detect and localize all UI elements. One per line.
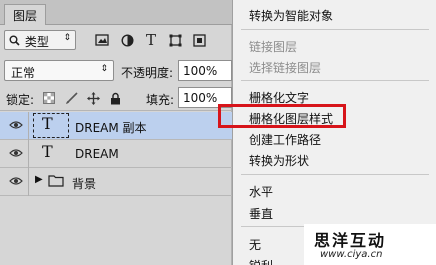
watermark: 思洋互动 www.ciya.cn [304, 224, 436, 265]
menu-divider [241, 29, 429, 30]
menu-divider [241, 174, 429, 175]
layer-row[interactable]: T DREAM 副本 [0, 112, 232, 140]
divider [28, 112, 29, 140]
menu-item-link-layers[interactable]: 链接图层 [249, 38, 297, 55]
search-icon [9, 35, 21, 49]
fill-label: 填充: [146, 93, 175, 107]
menu-item-horizontal[interactable]: 水平 [249, 183, 273, 200]
brush-icon[interactable] [64, 91, 78, 105]
opacity-label: 不透明度: [121, 66, 174, 80]
layer-name[interactable]: DREAM 副本 [75, 119, 147, 136]
eye-icon[interactable] [8, 175, 24, 187]
lock-row: 锁定: 填充: 100% [0, 85, 232, 111]
menu-item-sharp[interactable]: 锐利 [249, 257, 273, 265]
type-filter-icon[interactable]: T [143, 31, 159, 49]
shape-filter-icon[interactable] [167, 32, 183, 48]
smart-object-filter-icon[interactable] [191, 32, 207, 48]
menu-item-none[interactable]: 无 [249, 236, 261, 253]
divider [28, 140, 29, 168]
menu-item-convert-to-shape[interactable]: 转换为形状 [249, 152, 309, 169]
layers-tab[interactable]: 图层 [4, 4, 47, 25]
filter-kind-select[interactable]: 类型 ⇕ [4, 30, 76, 50]
menu-item-convert-smart-object[interactable]: 转换为智能对象 [249, 7, 333, 24]
layer-row[interactable]: ▶ 背景 [0, 168, 232, 196]
image-filter-icon[interactable] [94, 32, 110, 48]
type-layer-icon: T [42, 114, 53, 133]
menu-item-create-work-path[interactable]: 创建工作路径 [249, 131, 321, 148]
panel-tabbar: 图层 [0, 0, 232, 25]
watermark-url: www.ciya.cn [320, 249, 383, 260]
opacity-field[interactable]: 100% [178, 60, 232, 81]
layers-panel: 图层 类型 ⇕ T 正常 ⇕ 不透明度: 100% 锁定: 填充: 100% T… [0, 0, 232, 265]
lock-transparent-icon[interactable] [42, 91, 56, 105]
divider [28, 168, 29, 196]
eye-icon[interactable] [8, 119, 24, 131]
watermark-title: 思洋互动 [314, 231, 387, 250]
lock-icon[interactable] [108, 91, 122, 105]
layer-row[interactable]: T DREAM [0, 140, 232, 168]
layer-name[interactable]: 背景 [72, 175, 96, 192]
adjustment-filter-icon[interactable] [119, 32, 135, 48]
updown-arrow-icon: ⇕ [63, 33, 71, 43]
eye-icon[interactable] [8, 147, 24, 159]
blend-mode-value: 正常 [11, 66, 36, 80]
filter-row: 类型 ⇕ T [0, 26, 232, 54]
type-layer-icon: T [42, 142, 53, 161]
expand-arrow-icon[interactable]: ▶ [35, 174, 43, 185]
highlight-box [218, 104, 346, 128]
folder-icon [48, 174, 64, 190]
filter-kind-label: 类型 [24, 35, 49, 49]
move-icon[interactable] [86, 91, 100, 105]
updown-arrow-icon: ⇕ [100, 64, 108, 74]
menu-item-vertical[interactable]: 垂直 [249, 205, 273, 222]
menu-divider [241, 80, 429, 81]
blend-mode-select[interactable]: 正常 ⇕ [4, 60, 114, 81]
lock-label: 锁定: [6, 93, 35, 107]
menu-item-select-linked-layers[interactable]: 选择链接图层 [249, 59, 321, 76]
blend-row: 正常 ⇕ 不透明度: 100% [0, 56, 232, 84]
layer-name[interactable]: DREAM [75, 147, 119, 161]
